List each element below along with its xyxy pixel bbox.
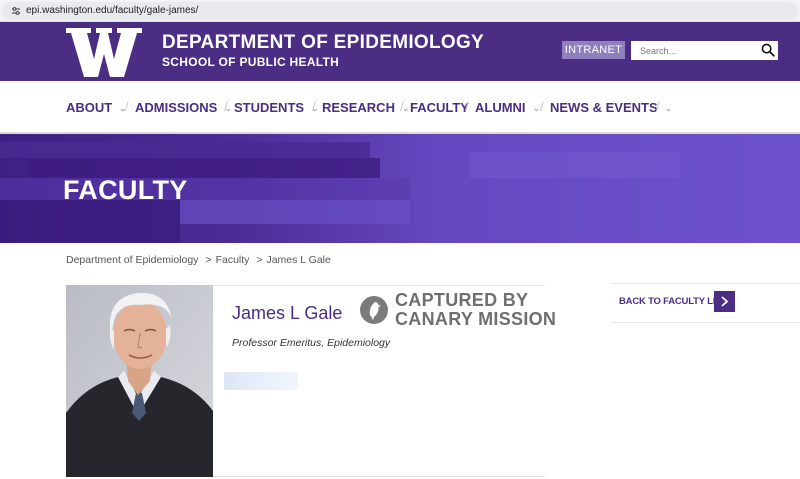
banner-stripe bbox=[0, 178, 410, 200]
breadcrumb: Department of Epidemiology > Faculty > Jam… bbox=[66, 254, 331, 267]
redacted-contact-box bbox=[224, 372, 298, 390]
site-header: DEPARTMENT OF EPIDEMIOLOGY SCHOOL OF PUB… bbox=[0, 22, 800, 81]
portrait-image bbox=[66, 285, 213, 477]
page-title: FACULTY bbox=[63, 175, 188, 205]
school-subtitle[interactable]: SCHOOL OF PUBLIC HEALTH bbox=[162, 55, 339, 70]
nav-separator: / bbox=[224, 99, 228, 114]
back-to-faculty-button[interactable] bbox=[714, 291, 735, 312]
nav-item-alumni[interactable]: ALUMNI ⌄ bbox=[475, 100, 540, 116]
banner-stripe bbox=[180, 200, 410, 224]
nav-item-label: STUDENTS bbox=[234, 100, 305, 115]
main-navigation: ABOUT ⌄ / ADMISSIONS ⌄ / STUDENTS ⌄ / RESEA… bbox=[0, 81, 800, 134]
breadcrumb-separator: > bbox=[205, 254, 212, 266]
nav-separator: / bbox=[400, 99, 404, 114]
nav-separator: / bbox=[125, 99, 129, 114]
nav-separator: / bbox=[540, 99, 544, 114]
breadcrumb-link-faculty[interactable]: Faculty bbox=[216, 254, 250, 266]
nav-item-research[interactable]: RESEARCH ⌄ bbox=[322, 100, 410, 116]
chevron-right-icon bbox=[721, 296, 729, 307]
intranet-button[interactable]: INTRANET bbox=[562, 41, 625, 59]
banner-stripe bbox=[470, 152, 680, 178]
nav-item-label: NEWS & EVENTS bbox=[550, 100, 658, 115]
back-to-faculty-link[interactable]: BACK TO FACULTY LIST bbox=[619, 296, 727, 308]
divider bbox=[213, 476, 545, 477]
canary-bird-icon bbox=[360, 296, 388, 324]
faculty-name: James L Gale bbox=[232, 303, 343, 323]
search-icon[interactable] bbox=[761, 43, 775, 57]
nav-separator: / bbox=[656, 99, 660, 114]
department-title[interactable]: DEPARTMENT OF EPIDEMIOLOGY bbox=[162, 32, 484, 54]
search-input[interactable] bbox=[631, 41, 778, 60]
nav-separator: / bbox=[312, 99, 316, 114]
nav-item-students[interactable]: STUDENTS ⌄ bbox=[234, 100, 319, 116]
nav-item-label: ADMISSIONS bbox=[135, 100, 218, 115]
address-bar[interactable]: epi.washington.edu/faculty/gale-james/ bbox=[2, 2, 798, 20]
faculty-photo bbox=[66, 285, 213, 477]
banner-stripe bbox=[0, 200, 180, 243]
site-settings-icon[interactable] bbox=[11, 6, 21, 16]
uw-w-logo-icon[interactable] bbox=[64, 24, 144, 79]
faculty-title: Professor Emeritus, Epidemiology bbox=[232, 337, 391, 349]
nav-item-label: RESEARCH bbox=[322, 100, 395, 115]
chevron-down-icon: ⌄ bbox=[664, 103, 673, 113]
breadcrumb-link-department[interactable]: Department of Epidemiology bbox=[66, 254, 199, 266]
nav-item-about[interactable]: ABOUT ⌄ bbox=[66, 100, 127, 116]
nav-item-label: ABOUT bbox=[66, 100, 113, 115]
stamp-line-2: CANARY MISSION bbox=[395, 309, 557, 329]
breadcrumb-current: James L Gale bbox=[266, 254, 331, 266]
browser-url-bar: epi.washington.edu/faculty/gale-james/ bbox=[0, 0, 800, 22]
captured-stamp: CAPTURED BY CANARY MISSION bbox=[395, 291, 556, 329]
banner-stripe bbox=[0, 142, 370, 158]
breadcrumb-separator: > bbox=[256, 254, 263, 266]
page-banner: FACULTY bbox=[0, 134, 800, 243]
nav-item-admissions[interactable]: ADMISSIONS ⌄ bbox=[135, 100, 232, 116]
nav-item-faculty[interactable]: FACULTY bbox=[410, 100, 469, 115]
nav-item-news-events[interactable]: NEWS & EVENTS ⌄ bbox=[550, 100, 672, 116]
stamp-line-1: CAPTURED BY bbox=[395, 290, 529, 310]
url-text[interactable]: epi.washington.edu/faculty/gale-james/ bbox=[26, 5, 198, 17]
divider bbox=[213, 285, 545, 286]
chevron-down-icon: ⌄ bbox=[532, 103, 541, 113]
nav-separator: / bbox=[465, 99, 469, 114]
nav-item-label: ALUMNI bbox=[475, 100, 526, 115]
nav-item-label: FACULTY bbox=[410, 100, 469, 115]
